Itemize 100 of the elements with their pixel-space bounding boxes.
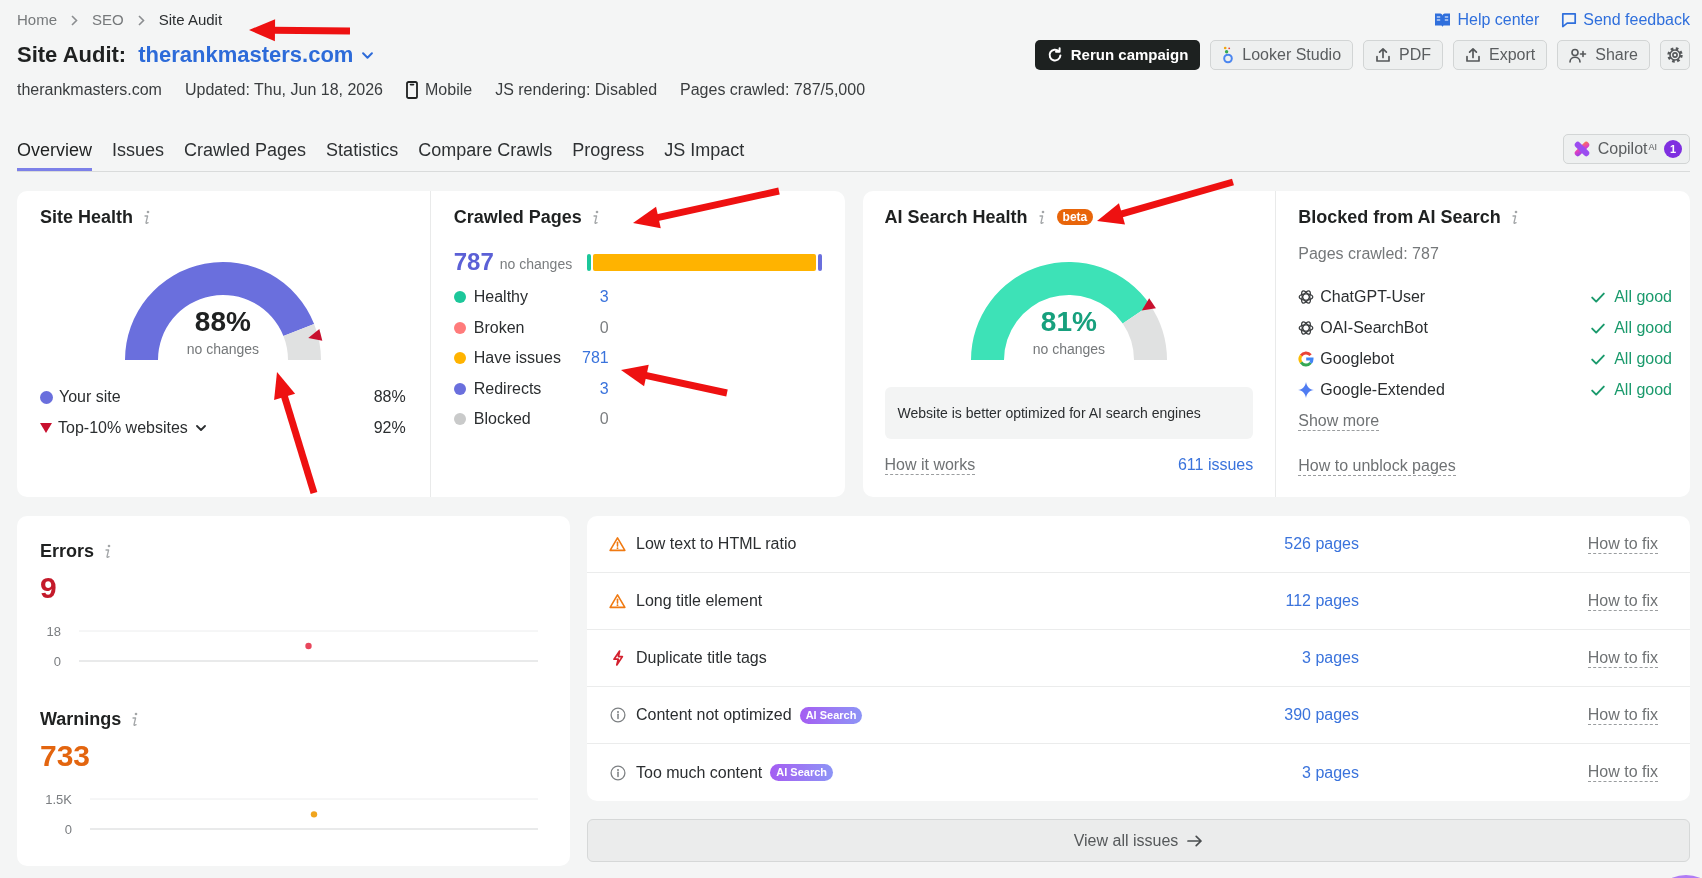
change-caption: no changes	[499, 255, 573, 273]
tab[interactable]: Statistics	[326, 131, 399, 171]
chevron-right-icon	[71, 14, 78, 26]
js-rendering-status: JS rendering: Disabled	[495, 80, 658, 100]
how-to-fix-link[interactable]: How to fix	[1587, 591, 1658, 611]
status-label: Redirects	[473, 378, 542, 399]
chevron-right-icon	[137, 14, 145, 26]
settings-button[interactable]	[1660, 40, 1690, 70]
card-title: Blocked from AI Search	[1298, 206, 1501, 228]
benchmark-dropdown[interactable]: Top-10% websites	[58, 418, 206, 438]
info-icon	[104, 543, 112, 559]
crawler-name: Googlebot	[1320, 349, 1395, 369]
tab[interactable]: Compare Crawls	[418, 131, 553, 171]
data-point	[310, 811, 318, 818]
status-label: Healthy	[473, 287, 528, 307]
pages-crawled-text: Pages crawled: 787	[1298, 244, 1440, 264]
lightning-bolt-icon	[611, 650, 624, 666]
axis-tick-label: 1.5K	[45, 791, 72, 807]
share-button[interactable]: Share	[1557, 40, 1650, 70]
how-to-fix-link[interactable]: How to fix	[1587, 705, 1658, 725]
page-title: Site Audit:	[17, 41, 127, 69]
info-icon	[131, 711, 139, 727]
gauge-value: 81%	[1040, 306, 1097, 338]
updated-date: Updated: Thu, Jun 18, 2026	[184, 80, 383, 100]
legend-value: 92%	[373, 418, 406, 438]
add-person-icon	[1569, 47, 1588, 63]
atom-icon	[1298, 289, 1315, 305]
ring-dots-logo-icon	[1222, 46, 1235, 64]
upload-icon	[1375, 47, 1392, 63]
how-to-fix-link[interactable]: How to fix	[1587, 648, 1658, 668]
pages-count: 0	[599, 409, 609, 429]
pages-count-link[interactable]: 3 pages	[1302, 648, 1359, 668]
issue-title: Content not optimized	[636, 705, 792, 725]
card-title: AI Search Health	[884, 206, 1028, 228]
pdf-button[interactable]: PDF	[1363, 40, 1444, 70]
project-domain: therankmasters.com	[17, 80, 162, 100]
tab[interactable]: Issues	[112, 131, 165, 171]
issue-title: Too much content	[636, 762, 763, 783]
upload-icon	[1465, 47, 1482, 63]
warning-triangle-icon	[609, 593, 626, 609]
gauge-value: 88%	[194, 306, 251, 338]
issue-title: Duplicate title tags	[636, 648, 767, 668]
pages-count: 0	[599, 317, 609, 338]
axis-tick-label: 0	[53, 653, 61, 669]
crawler-name: Google-Extended	[1320, 380, 1445, 400]
gradient-x-logo-icon	[1572, 140, 1591, 158]
pages-count-link[interactable]: 3	[599, 378, 609, 399]
info-icon	[1510, 209, 1518, 225]
tab[interactable]: Crawled Pages	[184, 131, 307, 171]
axis-tick-label: 18	[46, 623, 61, 639]
crawler-status: All good	[1614, 318, 1672, 338]
tab[interactable]: JS Impact	[664, 131, 745, 171]
info-icon	[143, 209, 151, 225]
pages-count-link[interactable]: 3 pages	[1302, 762, 1359, 783]
tab[interactable]: Progress	[572, 131, 645, 171]
pages-count-link[interactable]: 390 pages	[1284, 705, 1359, 725]
pages-count-link[interactable]: 526 pages	[1284, 534, 1359, 554]
show-more-link[interactable]: Show more	[1298, 411, 1380, 431]
ai-search-badge: AI Search	[799, 706, 863, 724]
breadcrumb-item[interactable]: Site Audit	[158, 10, 223, 30]
help-center-link[interactable]: Help center	[1434, 10, 1540, 30]
axis-tick-label: 0	[64, 821, 72, 837]
how-to-fix-link[interactable]: How to fix	[1587, 534, 1658, 554]
pages-count-link[interactable]: 112 pages	[1285, 591, 1359, 611]
ai-search-badge: AI Search	[770, 764, 834, 781]
crawler-status: All good	[1614, 287, 1672, 307]
crawler-name: ChatGPT-User	[1320, 287, 1426, 307]
card-title: Warnings	[40, 708, 122, 730]
unblock-pages-link[interactable]: How to unblock pages	[1298, 456, 1456, 476]
open-book-icon	[1434, 12, 1452, 28]
view-all-issues-button[interactable]: View all issues	[587, 819, 1690, 862]
crawler-status: All good	[1614, 349, 1672, 369]
crawled-total: 787	[453, 248, 494, 276]
refresh-icon	[1046, 47, 1063, 63]
legend-value: 88%	[373, 387, 406, 407]
pages-crawled-limit: Pages crawled: 787/5,000	[680, 80, 866, 100]
copilot-button[interactable]: Copilot$^{AI}$ 1	[1562, 134, 1690, 164]
breadcrumb-item[interactable]: Home	[17, 10, 57, 30]
export-button[interactable]: Export	[1453, 40, 1548, 70]
tab[interactable]: Overview	[17, 131, 92, 171]
crawler-status: All good	[1614, 380, 1672, 400]
phone-icon	[406, 81, 418, 99]
pages-count-link[interactable]: 781	[582, 348, 609, 368]
how-it-works-link[interactable]: How it works	[884, 455, 976, 475]
looker-studio-button[interactable]: Looker Studio	[1210, 40, 1354, 70]
warning-triangle-icon	[609, 536, 626, 552]
project-dropdown[interactable]: therankmasters.com	[138, 41, 374, 69]
chevron-down-icon	[362, 51, 374, 59]
four-color-g-icon	[1298, 351, 1315, 367]
info-icon	[1037, 209, 1045, 225]
pages-count-link[interactable]: 3	[599, 287, 609, 307]
breadcrumb-item[interactable]: SEO	[92, 10, 124, 30]
issues-link[interactable]: 611 issues	[1177, 456, 1254, 474]
info-circle-icon	[609, 707, 626, 723]
rerun-campaign-button[interactable]: Rerun campaign	[1034, 40, 1201, 70]
card-title: Errors	[40, 540, 95, 562]
send-feedback-link[interactable]: Send feedback	[1561, 10, 1690, 30]
crawler-name: OAI-SearchBot	[1320, 318, 1428, 338]
how-to-fix-link[interactable]: How to fix	[1587, 763, 1658, 782]
speech-bubble-icon	[1561, 12, 1578, 28]
